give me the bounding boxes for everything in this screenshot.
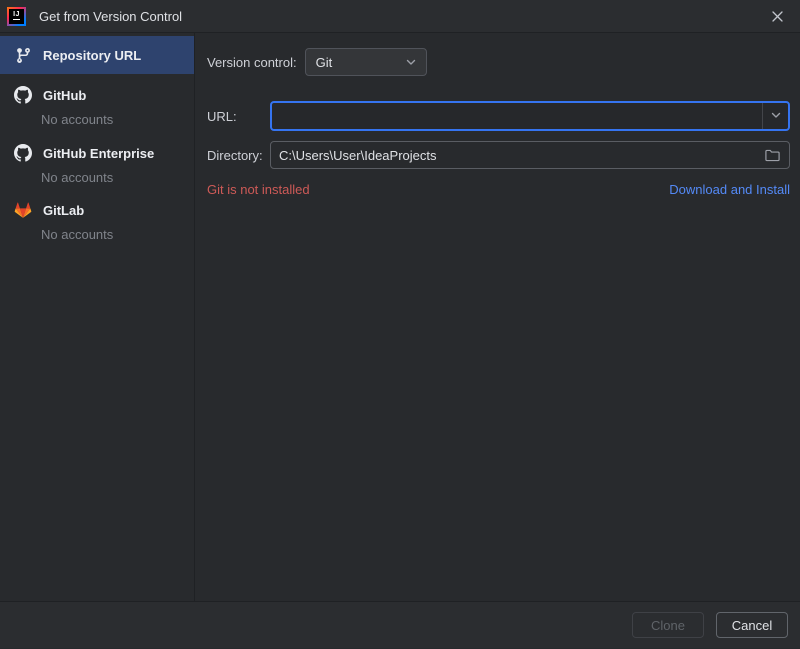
version-control-row: Version control: Git: [207, 48, 790, 76]
download-and-install-link[interactable]: Download and Install: [669, 182, 790, 197]
status-row: Git is not installed Download and Instal…: [207, 182, 790, 197]
chevron-down-icon: [404, 55, 418, 69]
sidebar-item-label: GitHub: [43, 88, 86, 103]
sidebar-item-sublabel: No accounts: [41, 166, 194, 188]
dialog-title: Get from Version Control: [39, 9, 182, 24]
sidebar-item-gitlab[interactable]: GitLab No accounts: [0, 197, 194, 245]
chevron-down-icon: [769, 108, 783, 125]
github-icon: [13, 86, 33, 104]
version-control-select[interactable]: Git: [305, 48, 427, 76]
sidebar-item-label: GitHub Enterprise: [43, 146, 154, 161]
git-branch-icon: [13, 47, 33, 64]
sidebar-item-github-enterprise[interactable]: GitHub Enterprise No accounts: [0, 140, 194, 188]
directory-input[interactable]: [279, 148, 756, 163]
sidebar-item-repository-url[interactable]: Repository URL: [0, 36, 194, 74]
sidebar-item-label: GitLab: [43, 203, 84, 218]
github-icon: [13, 144, 33, 162]
get-from-version-control-dialog: IJ Get from Version Control Repository U…: [0, 0, 800, 649]
version-control-value: Git: [316, 55, 333, 70]
intellij-logo-icon: IJ: [7, 7, 26, 26]
gitlab-icon: [13, 200, 33, 220]
url-input[interactable]: [272, 103, 762, 129]
sidebar-item-sublabel: No accounts: [41, 108, 194, 130]
main-panel: Version control: Git URL:: [195, 33, 800, 601]
dialog-body: Repository URL GitHub No accounts GitHub…: [0, 33, 800, 601]
clone-button[interactable]: Clone: [632, 612, 704, 638]
url-label: URL:: [207, 109, 270, 124]
directory-label: Directory:: [207, 148, 270, 163]
directory-field: [270, 141, 790, 169]
folder-icon[interactable]: [764, 147, 781, 164]
version-control-label: Version control:: [207, 55, 297, 70]
footer: Clone Cancel: [0, 601, 800, 648]
url-row: URL:: [207, 101, 790, 131]
sidebar-item-label: Repository URL: [43, 48, 141, 63]
sidebar: Repository URL GitHub No accounts GitHub…: [0, 33, 195, 601]
sidebar-item-sublabel: No accounts: [41, 223, 194, 245]
close-icon[interactable]: [766, 5, 788, 27]
sidebar-item-github[interactable]: GitHub No accounts: [0, 82, 194, 130]
titlebar: IJ Get from Version Control: [0, 0, 800, 33]
url-combobox: [270, 101, 790, 131]
url-dropdown-button[interactable]: [762, 103, 788, 129]
git-not-installed-error: Git is not installed: [207, 182, 310, 197]
directory-row: Directory:: [207, 141, 790, 169]
cancel-button[interactable]: Cancel: [716, 612, 788, 638]
